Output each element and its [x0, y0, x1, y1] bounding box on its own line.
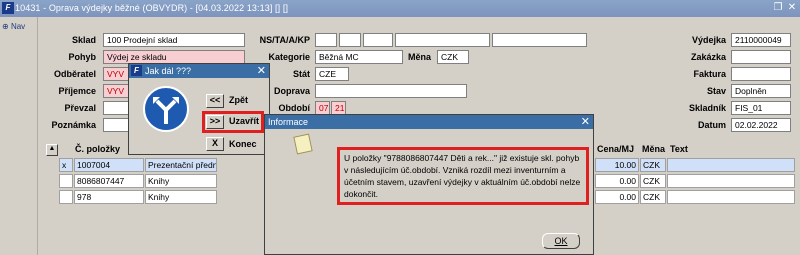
- skladnik-label: Skladník: [688, 103, 726, 113]
- nsta-label: NS/TA/A/KP: [259, 35, 310, 45]
- close-icon[interactable]: ✕: [581, 115, 590, 129]
- uzavrit-button[interactable]: >>: [206, 115, 224, 129]
- prijemce-label: Příjemce: [58, 86, 96, 96]
- kategorie-field[interactable]: Běžná MC: [315, 50, 403, 64]
- table-scroll-up-button[interactable]: ▲: [46, 144, 58, 156]
- zpet-label: Zpět: [229, 95, 248, 105]
- kp-field[interactable]: [395, 33, 490, 47]
- row-marker[interactable]: x: [59, 158, 73, 172]
- prevzal-label: Převzal: [64, 103, 96, 113]
- table-cell-nazev[interactable]: Knihy: [145, 174, 217, 188]
- restore-icon[interactable]: ❐: [772, 2, 784, 14]
- dialog-jak-dal-titlebar: F Jak dál ??? ✕: [129, 64, 269, 78]
- pohyb-field[interactable]: Výdej ze skladu: [103, 50, 245, 64]
- table-cell-cislo[interactable]: 1007004: [74, 158, 144, 172]
- app-logo-icon: F: [2, 2, 14, 14]
- faktura-field[interactable]: [731, 67, 791, 81]
- zpet-button[interactable]: <<: [206, 94, 224, 108]
- sklad-field[interactable]: 100 Prodejní sklad: [103, 33, 245, 47]
- table-cell-cena[interactable]: 0.00: [595, 174, 639, 188]
- zakazka-label: Zakázka: [690, 52, 726, 62]
- col-header-mena: Měna: [642, 144, 666, 154]
- table-cell-nazev[interactable]: Knihy: [145, 190, 217, 204]
- table-cell-cena[interactable]: 10.00: [595, 158, 639, 172]
- ok-button[interactable]: OK: [542, 233, 580, 249]
- obdobi-year-field[interactable]: 21: [331, 101, 346, 115]
- stat-field[interactable]: CZE: [315, 67, 349, 81]
- info-message: U položky "9788086807447 Děti a rek..." …: [337, 147, 589, 205]
- close-icon[interactable]: ✕: [257, 64, 266, 78]
- stav-field[interactable]: Doplněn: [731, 84, 791, 98]
- datum-label: Datum: [697, 120, 726, 130]
- col-header-text: Text: [670, 144, 688, 154]
- fork-arrow-icon: [143, 86, 189, 132]
- faktura-label: Faktura: [693, 69, 726, 79]
- nav-label: Nav: [10, 22, 26, 31]
- stav-label: Stav: [706, 86, 726, 96]
- nav-button[interactable]: ⊕ Nav: [2, 22, 25, 31]
- vydejka-label: Výdejka: [691, 35, 726, 45]
- dialog-informace-title: Informace: [268, 117, 309, 127]
- table-cell-text[interactable]: [667, 190, 795, 204]
- kp2-field[interactable]: [492, 33, 587, 47]
- a-field[interactable]: [363, 33, 393, 47]
- dialog-informace: Informace ✕ U položky "9788086807447 Dět…: [264, 114, 594, 255]
- col-header-cena: Cena/MJ: [597, 144, 635, 154]
- uzavrit-label: Uzavřít: [229, 116, 260, 126]
- window-titlebar: F 10431 - Oprava výdejky běžné (OBVYDR) …: [0, 0, 800, 17]
- table-cell-text[interactable]: [667, 174, 795, 188]
- dialog-jak-dal: F Jak dál ??? ✕ << Zpět >> Uzavřít X Kon…: [128, 63, 270, 155]
- table-cell-mena[interactable]: CZK: [640, 158, 666, 172]
- table-cell-cena[interactable]: 0.00: [595, 190, 639, 204]
- obdobi-month-field[interactable]: 07: [315, 101, 330, 115]
- col-header-cislo: Č. položky: [75, 144, 121, 154]
- window-title: 10431 - Oprava výdejky běžné (OBVYDR) - …: [15, 3, 289, 13]
- mena-field[interactable]: CZK: [437, 50, 469, 64]
- kategorie-label: Kategorie: [268, 52, 310, 62]
- skladnik-field[interactable]: FIS_01: [731, 101, 791, 115]
- table-cell-text[interactable]: [667, 158, 795, 172]
- close-icon[interactable]: ✕: [786, 2, 798, 14]
- left-nav-panel: [0, 17, 38, 255]
- ta-field[interactable]: [339, 33, 361, 47]
- dialog-informace-titlebar: Informace ✕: [265, 115, 593, 129]
- dialog-jak-dal-title: Jak dál ???: [145, 66, 192, 76]
- nav-icon: ⊕: [2, 22, 9, 31]
- row-marker[interactable]: [59, 190, 73, 204]
- datum-field[interactable]: 02.02.2022: [731, 118, 791, 132]
- konec-label: Konec: [229, 139, 257, 149]
- odberatel-label: Odběratel: [53, 69, 96, 79]
- table-cell-mena[interactable]: CZK: [640, 174, 666, 188]
- table-cell-nazev[interactable]: Prezentační předn: [145, 158, 217, 172]
- row-marker[interactable]: [59, 174, 73, 188]
- app-logo-icon: F: [131, 65, 142, 76]
- zakazka-field[interactable]: [731, 50, 791, 64]
- sklad-label: Sklad: [71, 35, 96, 45]
- poznamka-label: Poznámka: [51, 120, 96, 130]
- note-icon: [293, 133, 313, 155]
- pohyb-label: Pohyb: [68, 52, 96, 62]
- table-cell-cislo[interactable]: 8086807447: [74, 174, 144, 188]
- table-cell-cislo[interactable]: 978: [74, 190, 144, 204]
- mena-label: Měna: [407, 52, 431, 62]
- ns-field[interactable]: [315, 33, 337, 47]
- table-cell-mena[interactable]: CZK: [640, 190, 666, 204]
- vydejka-field[interactable]: 2110000049: [731, 33, 791, 47]
- konec-button[interactable]: X: [206, 137, 224, 151]
- doprava-field[interactable]: [315, 84, 467, 98]
